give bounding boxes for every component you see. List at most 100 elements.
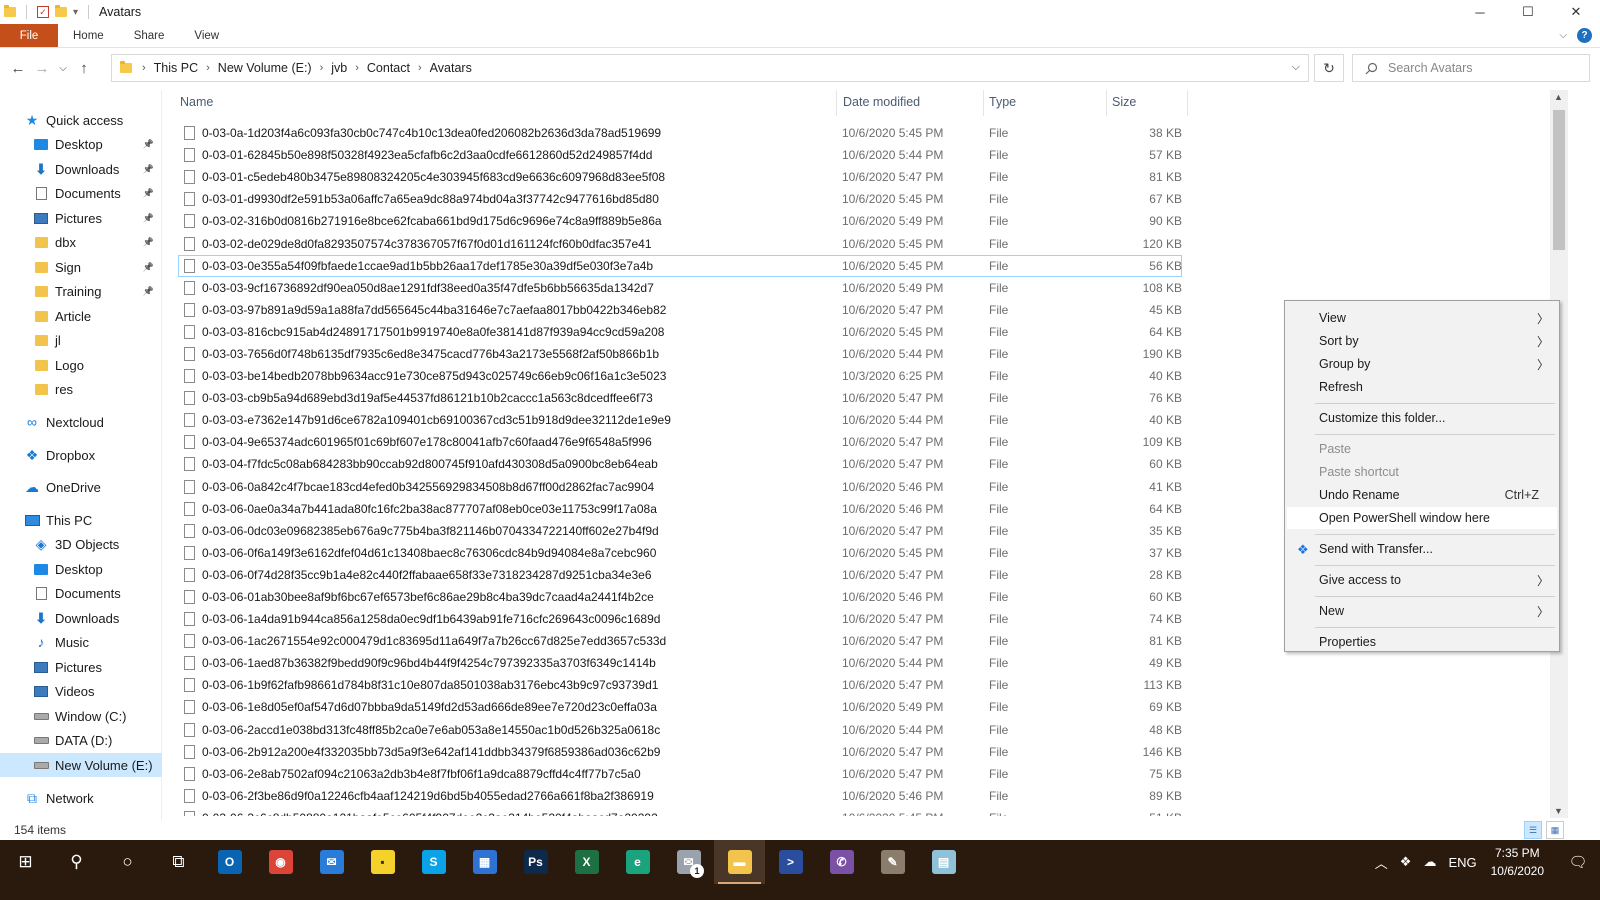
sidebar-item-sign[interactable]: Sign 📌 xyxy=(0,255,162,279)
sidebar-item-jl[interactable]: jl xyxy=(0,328,162,352)
gimp-app[interactable]: ✎ xyxy=(867,840,918,884)
file-row[interactable]: 0-03-06-2b912a200e4f332035bb73d5a9f3e642… xyxy=(162,741,1550,763)
menu-item-refresh[interactable]: Refresh xyxy=(1287,376,1557,398)
address-bar[interactable]: › This PC › New Volume (E:) › jvb › Cont… xyxy=(111,54,1309,82)
clock[interactable]: 7:35 PM 10/6/2020 xyxy=(1491,844,1544,880)
expand-ribbon-icon[interactable]: ⌵ xyxy=(1559,30,1567,41)
menu-item-properties[interactable]: Properties xyxy=(1287,631,1557,653)
menu-item-send-with-transfer[interactable]: ❖ Send with Transfer... xyxy=(1287,538,1557,560)
column-header-date[interactable]: Date modified xyxy=(843,90,920,114)
cortana-button[interactable]: ○ xyxy=(102,840,153,884)
sidebar-item-documents[interactable]: Documents 📌 xyxy=(0,181,162,205)
show-hidden-icons-icon[interactable]: ︿ xyxy=(1375,853,1388,872)
task-view-button[interactable]: ⧉ xyxy=(153,840,204,884)
sidebar-item-pictures[interactable]: Pictures xyxy=(0,655,162,679)
tab-view[interactable]: View xyxy=(179,24,234,47)
sidebar-item-desktop[interactable]: Desktop xyxy=(0,557,162,581)
tab-home[interactable]: Home xyxy=(58,24,119,47)
sidebar-item-3d-objects[interactable]: ◈ 3D Objects xyxy=(0,532,162,556)
sidebar-item-music[interactable]: ♪ Music xyxy=(0,630,162,654)
onedrive-tray-icon[interactable]: ☁ xyxy=(1423,854,1436,870)
sidebar-item-res[interactable]: res xyxy=(0,377,162,401)
search-button[interactable]: ⚲ xyxy=(51,840,102,884)
forward-icon[interactable]: → xyxy=(30,60,54,77)
file-row[interactable]: 0-03-03-0e355a54f09fbfaede1ccae9ad1b5bb2… xyxy=(178,254,1182,277)
file-row[interactable]: 0-03-06-2e8ab7502af094c21063a2db3b4e8f7f… xyxy=(162,763,1550,785)
navigation-pane[interactable]: ★ Quick access Desktop 📌 ⬇ Downloads 📌 Document… xyxy=(0,90,162,820)
sidebar-item-data-d[interactable]: DATA (D:) xyxy=(0,728,162,752)
sidebar-item-onedrive[interactable]: ☁ OneDrive xyxy=(0,475,162,499)
column-divider[interactable] xyxy=(983,90,984,116)
breadcrumb-chevron-icon[interactable]: › xyxy=(320,62,324,74)
notifications-icon[interactable]: 🗨 xyxy=(1556,840,1600,884)
mail-app[interactable]: ✉ 1 xyxy=(663,840,714,884)
sidebar-item-desktop[interactable]: Desktop 📌 xyxy=(0,132,162,156)
tab-file[interactable]: File xyxy=(0,24,58,47)
menu-item-group-by[interactable]: Group by 〉 xyxy=(1287,353,1557,375)
sidebar-item-network[interactable]: ⧉ Network xyxy=(0,786,162,810)
file-row[interactable]: 0-03-06-2f3be86d9f0a12246cfb4aaf124219d6… xyxy=(162,785,1550,807)
breadcrumb-avatars[interactable]: Avatars xyxy=(430,61,472,75)
viber-app[interactable]: ✆ xyxy=(816,840,867,884)
dropbox-tray-icon[interactable]: ❖ xyxy=(1400,854,1412,870)
scroll-up-icon[interactable]: ▲ xyxy=(1554,92,1563,102)
sidebar-item-downloads[interactable]: ⬇ Downloads 📌 xyxy=(0,157,162,181)
chrome-app[interactable]: ◉ xyxy=(255,840,306,884)
minimize-button[interactable]: ─ xyxy=(1456,0,1504,24)
start-button[interactable]: ⊞ xyxy=(0,840,51,884)
new-folder-icon[interactable] xyxy=(55,5,67,17)
file-row[interactable]: 0-03-01-62845b50e898f50328f4923ea5cfafb6… xyxy=(162,144,1550,166)
large-icons-view-icon[interactable]: ▦ xyxy=(1546,821,1564,839)
menu-item-undo-rename[interactable]: Undo Rename Ctrl+Z xyxy=(1287,484,1557,506)
sidebar-item-pictures[interactable]: Pictures 📌 xyxy=(0,206,162,230)
language-indicator[interactable]: ENG xyxy=(1448,855,1476,870)
sidebar-item-article[interactable]: Article xyxy=(0,304,162,328)
sidebar-item-nextcloud[interactable]: ∞ Nextcloud xyxy=(0,410,162,434)
sidebar-item-logo[interactable]: Logo xyxy=(0,353,162,377)
column-header-size[interactable]: Size xyxy=(1112,90,1136,114)
file-row[interactable]: 0-03-01-c5edeb480b3475e89808324205c4e303… xyxy=(162,166,1550,188)
menu-item-new[interactable]: New 〉 xyxy=(1287,600,1557,622)
file-row[interactable]: 0-03-06-1aed87b36382f9bedd90f9c96bd4b44f… xyxy=(162,652,1550,674)
tab-share[interactable]: Share xyxy=(119,24,180,47)
file-row[interactable]: 0-03-02-de029de8d0fa8293507574c378367057… xyxy=(162,232,1550,254)
menu-item-open-powershell-window-here[interactable]: Open PowerShell window here xyxy=(1287,507,1557,529)
up-icon[interactable]: ↑ xyxy=(72,60,96,77)
menu-item-customize-this-folder[interactable]: Customize this folder... xyxy=(1287,407,1557,429)
breadcrumb-chevron-icon[interactable]: › xyxy=(206,62,210,74)
sidebar-item-documents[interactable]: Documents xyxy=(0,581,162,605)
sidebar-item-this-pc[interactable]: This PC xyxy=(0,508,162,532)
messenger-app[interactable]: ✉ xyxy=(306,840,357,884)
sidebar-item-window-c[interactable]: Window (C:) xyxy=(0,704,162,728)
breadcrumb-contact[interactable]: Contact xyxy=(367,61,410,75)
column-divider[interactable] xyxy=(836,90,837,116)
edge-app[interactable]: e xyxy=(612,840,663,884)
sidebar-item-dbx[interactable]: dbx 📌 xyxy=(0,230,162,254)
menu-item-give-access-to[interactable]: Give access to 〉 xyxy=(1287,569,1557,591)
sidebar-item-dropbox[interactable]: ❖ Dropbox xyxy=(0,443,162,467)
file-row[interactable]: 0-03-03-9cf16736892df90ea050d8ae1291fdf3… xyxy=(162,277,1550,299)
column-header-type[interactable]: Type xyxy=(989,90,1016,114)
breadcrumb-new-volume[interactable]: New Volume (E:) xyxy=(218,61,312,75)
sidebar-item-downloads[interactable]: ⬇ Downloads xyxy=(0,606,162,630)
file-row[interactable]: 0-03-0a-1d203f4a6c093fa30cb0c747c4b10c13… xyxy=(162,122,1550,144)
back-icon[interactable]: ← xyxy=(6,60,30,77)
file-row[interactable]: 0-03-06-1e8d05ef0af547d6d07bbba9da5149fd… xyxy=(162,696,1550,718)
help-icon[interactable]: ? xyxy=(1577,28,1592,43)
recent-locations-icon[interactable]: ⌵ xyxy=(54,63,72,74)
sidebar-item-quick-access[interactable]: ★ Quick access xyxy=(0,108,162,132)
breadcrumb-chevron-icon[interactable]: › xyxy=(355,62,359,74)
skype-app[interactable]: S xyxy=(408,840,459,884)
column-header-name[interactable]: Name xyxy=(180,90,213,114)
properties-icon[interactable]: ✓ xyxy=(37,6,49,18)
photoshop-app[interactable]: Ps xyxy=(510,840,561,884)
breadcrumb-this-pc[interactable]: This PC xyxy=(154,61,198,75)
file-explorer-app[interactable]: ▬ xyxy=(714,840,765,884)
file-row[interactable]: 0-03-06-2accd1e038bd313fc48ff85b2ca0e7e6… xyxy=(162,719,1550,741)
file-row[interactable]: 0-03-06-3c6c8db50880a121baafe5ce605f4f90… xyxy=(162,807,1550,816)
sidebar-item-training[interactable]: Training 📌 xyxy=(0,279,162,303)
sticky-notes-app[interactable]: ▪ xyxy=(357,840,408,884)
breadcrumb-chevron-icon[interactable]: › xyxy=(142,62,146,74)
close-button[interactable]: ✕ xyxy=(1552,0,1600,24)
powershell-app[interactable]: > xyxy=(765,840,816,884)
